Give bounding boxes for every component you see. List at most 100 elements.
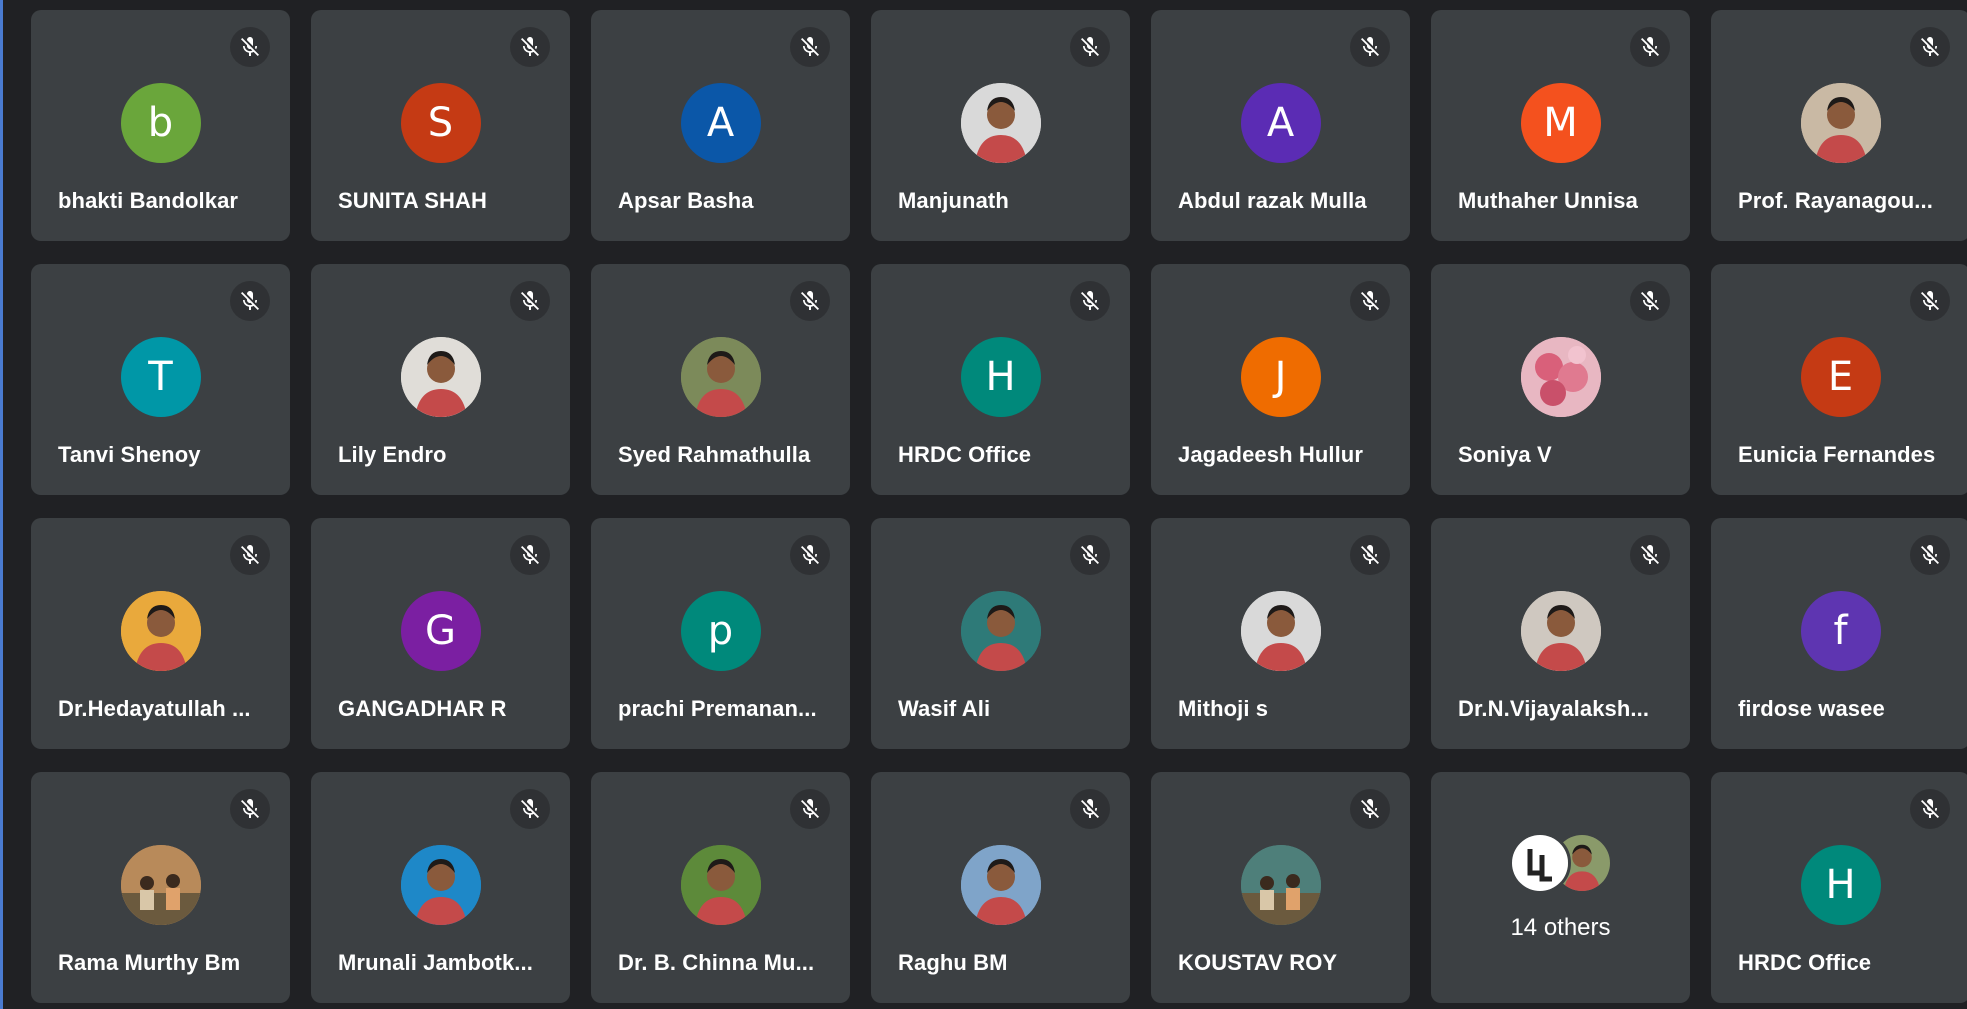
participant-name: Dr. B. Chinna Mu... [618,950,815,975]
participant-tile[interactable]: T Tanvi Shenoy [31,264,290,495]
participant-tile[interactable]: Syed Rahmathulla [591,264,850,495]
mic-off-icon [790,789,830,829]
avatar-initial: H [960,337,1041,417]
participant-name: Soniya V [1458,442,1552,467]
participant-tile[interactable]: E Eunicia Fernandes [1711,264,1967,495]
participant-grid: b bhakti Bandolkar S SUNITA SHAH A Apsar Bash… [31,10,1967,1003]
avatar-initial: G [400,591,481,671]
participant-tile[interactable]: J Jagadeesh Hullur [1151,264,1410,495]
participant-tile[interactable]: Raghu BM [871,772,1130,1003]
participant-name: Dr.Hedayatullah ... [58,696,251,721]
participant-name: Prof. Rayanagou... [1738,188,1933,213]
mic-off-icon [1070,27,1110,67]
participant-tile[interactable]: S SUNITA SHAH [311,10,570,241]
avatar-photo [680,337,761,417]
participant-name: Eunicia Fernandes [1738,442,1936,467]
participant-tile[interactable]: KOUSTAV ROY [1151,772,1410,1003]
mic-off-icon [1350,789,1390,829]
avatar-photo [680,845,761,925]
participant-name: SUNITA SHAH [338,188,487,213]
avatar-photo [1520,591,1601,671]
mic-off-icon [1350,535,1390,575]
participant-tile[interactable]: A Abdul razak Mulla [1151,10,1410,241]
others-count-label: 14 others [1510,914,1611,941]
others-tile[interactable]: 14 others [1431,772,1690,1003]
participant-tile[interactable]: Dr. B. Chinna Mu... [591,772,850,1003]
participant-tile[interactable]: p prachi Premanan... [591,518,850,749]
avatar-photo [120,845,201,925]
mic-off-icon [1070,789,1110,829]
participant-name: Manjunath [898,188,1009,213]
avatar-initial: A [680,83,761,163]
mic-off-icon [230,27,270,67]
participant-tile[interactable]: Dr.Hedayatullah ... [31,518,290,749]
participant-tile[interactable]: f firdose wasee [1711,518,1967,749]
mic-off-icon [1630,535,1670,575]
mic-off-icon [1070,281,1110,321]
participant-tile[interactable]: H HRDC Office [1711,772,1967,1003]
participant-tile[interactable]: A Apsar Basha [591,10,850,241]
participant-name: Rama Murthy Bm [58,950,241,975]
avatar-initial: H [1800,845,1881,925]
mic-off-icon [790,27,830,67]
participant-tile[interactable]: Soniya V [1431,264,1690,495]
avatar-photo [400,337,481,417]
participant-name: HRDC Office [898,442,1032,467]
participant-name: GANGADHAR R [338,696,507,721]
mic-off-icon [510,535,550,575]
participant-tile[interactable]: M Muthaher Unnisa [1431,10,1690,241]
meeting-stage: b bhakti Bandolkar S SUNITA SHAH A Apsar Bash… [0,0,1967,1009]
participant-tile[interactable]: Mithoji s [1151,518,1410,749]
mic-off-icon [790,281,830,321]
avatar-initial: J [1240,337,1321,417]
avatar-photo [1240,591,1321,671]
participant-tile[interactable]: Dr.N.Vijayalaksh... [1431,518,1690,749]
avatar-initial: p [680,591,761,671]
mic-off-icon [230,789,270,829]
mic-off-icon [1350,27,1390,67]
participant-name: prachi Premanan... [618,696,817,721]
participant-tile[interactable]: Mrunali Jambotk... [311,772,570,1003]
participant-name: KOUSTAV ROY [1178,950,1338,975]
participant-name: Jagadeesh Hullur [1178,442,1363,467]
avatar-photo [400,845,481,925]
mic-off-icon [790,535,830,575]
avatar-photo [1520,337,1601,417]
participant-tile[interactable]: H HRDC Office [871,264,1130,495]
avatar-initial: E [1800,337,1881,417]
avatar-initial: A [1240,83,1321,163]
participant-name: Dr.N.Vijayalaksh... [1458,696,1650,721]
ll-logo-avatar [1508,832,1571,894]
avatar-photo [1240,845,1321,925]
mic-off-icon [1910,535,1950,575]
avatar-initial: f [1800,591,1881,671]
mic-off-icon [510,27,550,67]
participant-name: bhakti Bandolkar [58,188,239,213]
mic-off-icon [510,281,550,321]
participant-name: firdose wasee [1738,696,1885,721]
participant-name: HRDC Office [1738,950,1872,975]
participant-tile[interactable]: G GANGADHAR R [311,518,570,749]
avatar-initial: S [400,83,481,163]
avatar-photo [1800,83,1881,163]
participant-name: Raghu BM [898,950,1008,975]
mic-off-icon [1910,281,1950,321]
avatar-initial: b [120,83,201,163]
mic-off-icon [1630,281,1670,321]
participant-name: Lily Endro [338,442,447,467]
participant-tile[interactable]: Prof. Rayanagou... [1711,10,1967,241]
participant-tile[interactable]: Manjunath [871,10,1130,241]
participant-tile[interactable]: Lily Endro [311,264,570,495]
mic-off-icon [1350,281,1390,321]
participant-tile[interactable]: b bhakti Bandolkar [31,10,290,241]
mic-off-icon [1910,27,1950,67]
participant-name: Muthaher Unnisa [1458,188,1638,213]
participant-name: Syed Rahmathulla [618,442,811,467]
avatar-photo [960,83,1041,163]
participant-tile[interactable]: Rama Murthy Bm [31,772,290,1003]
avatar-photo [960,845,1041,925]
participant-tile[interactable]: Wasif Ali [871,518,1130,749]
participant-name: Mithoji s [1178,696,1269,721]
avatar-photo [960,591,1041,671]
others-avatar-stack [1508,832,1613,894]
